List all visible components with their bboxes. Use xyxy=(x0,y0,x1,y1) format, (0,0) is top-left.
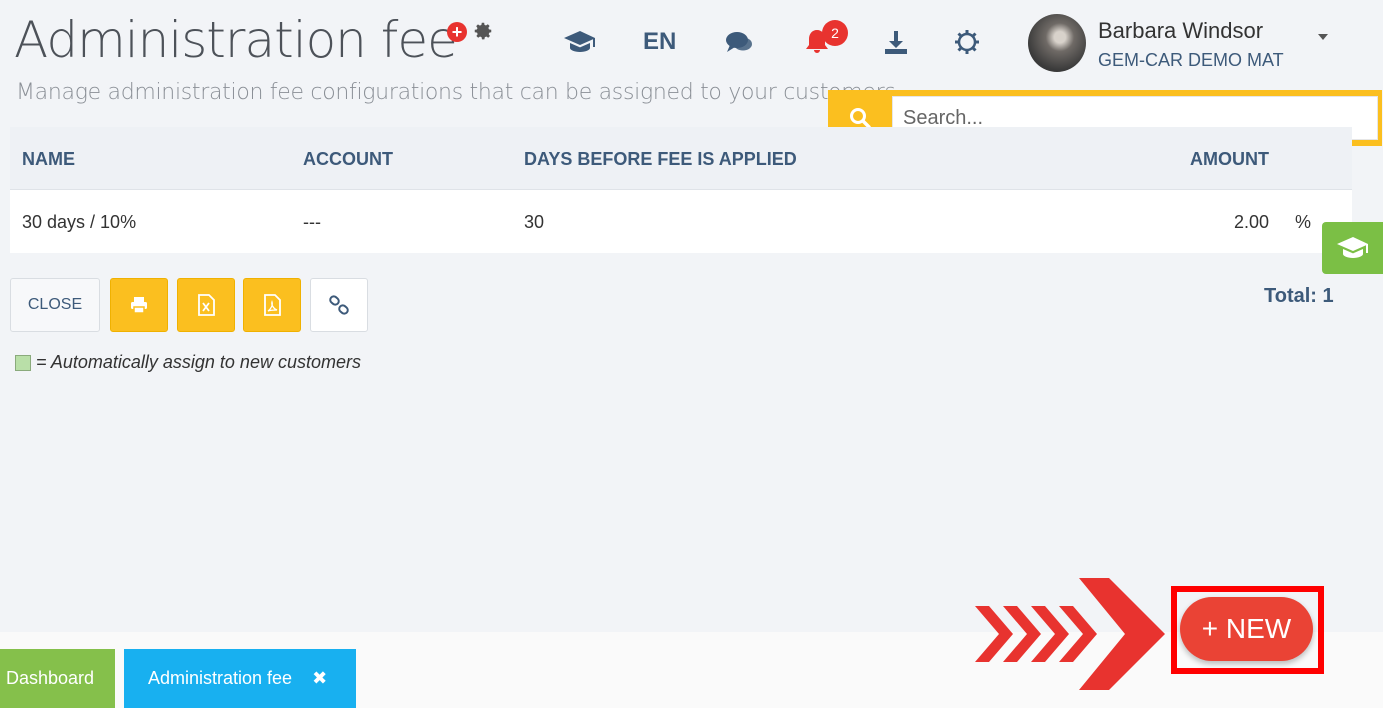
plus-circle-icon[interactable]: + xyxy=(447,22,467,42)
export-pdf-button[interactable] xyxy=(243,278,301,332)
new-button[interactable]: + NEW xyxy=(1180,597,1313,661)
user-company: GEM-CAR DEMO MAT xyxy=(1098,50,1284,70)
print-icon xyxy=(131,297,147,314)
chevron-down-icon[interactable] xyxy=(1318,34,1328,40)
graduation-cap-icon[interactable] xyxy=(562,26,598,58)
pdf-icon xyxy=(264,294,281,316)
table-row[interactable]: 30 days / 10% --- 30 2.00 % xyxy=(10,190,1352,253)
chat-icon[interactable] xyxy=(722,26,756,58)
column-header-account[interactable]: ACCOUNT xyxy=(303,149,393,170)
cell-name: 30 days / 10% xyxy=(22,212,137,232)
tab-administration-fee-label: Administration fee xyxy=(148,668,293,688)
total-count: Total: 1 xyxy=(1264,285,1334,307)
cell-days: 30 xyxy=(524,212,545,232)
table-header: NAME ACCOUNT DAYS BEFORE FEE IS APPLIED … xyxy=(10,127,1352,190)
print-button[interactable] xyxy=(110,278,168,332)
cell-amount: 2.00 xyxy=(1234,212,1270,232)
excel-icon xyxy=(198,294,215,316)
column-header-days[interactable]: DAYS BEFORE FEE IS APPLIED xyxy=(524,149,797,170)
export-excel-button[interactable] xyxy=(177,278,235,332)
user-name[interactable]: Barbara Windsor xyxy=(1098,18,1263,44)
cell-account: --- xyxy=(303,212,321,232)
cell-amount-unit: % xyxy=(1295,212,1312,232)
close-icon[interactable]: ✖ xyxy=(312,668,327,689)
page-title: Administration fee xyxy=(14,11,458,69)
help-tab[interactable] xyxy=(1322,222,1383,274)
page-subtitle: Manage administration fee configurations… xyxy=(16,80,896,105)
tab-dashboard-label: Dashboard xyxy=(6,668,95,688)
tab-dashboard[interactable]: Dashboard xyxy=(0,649,115,708)
avatar[interactable] xyxy=(1028,14,1086,72)
share-link-button[interactable] xyxy=(310,278,368,332)
column-header-name[interactable]: NAME xyxy=(22,149,75,170)
legend-text: = Automatically assign to new customers xyxy=(36,352,361,372)
fees-table: NAME ACCOUNT DAYS BEFORE FEE IS APPLIED … xyxy=(10,127,1352,253)
link-icon xyxy=(329,295,349,315)
gear-icon[interactable] xyxy=(472,20,494,42)
close-button[interactable]: CLOSE xyxy=(10,278,100,332)
language-selector[interactable]: EN xyxy=(643,28,676,56)
search-icon xyxy=(850,108,871,129)
settings-icon[interactable] xyxy=(950,26,984,58)
graduation-cap-icon xyxy=(1336,237,1368,258)
tab-administration-fee[interactable]: Administration fee ✖ xyxy=(124,649,356,708)
download-icon[interactable] xyxy=(880,26,912,58)
notification-badge: 2 xyxy=(822,20,848,46)
legend-swatch xyxy=(15,355,31,371)
column-header-amount[interactable]: AMOUNT xyxy=(1190,149,1269,170)
pointer-arrows-icon xyxy=(975,578,1165,690)
